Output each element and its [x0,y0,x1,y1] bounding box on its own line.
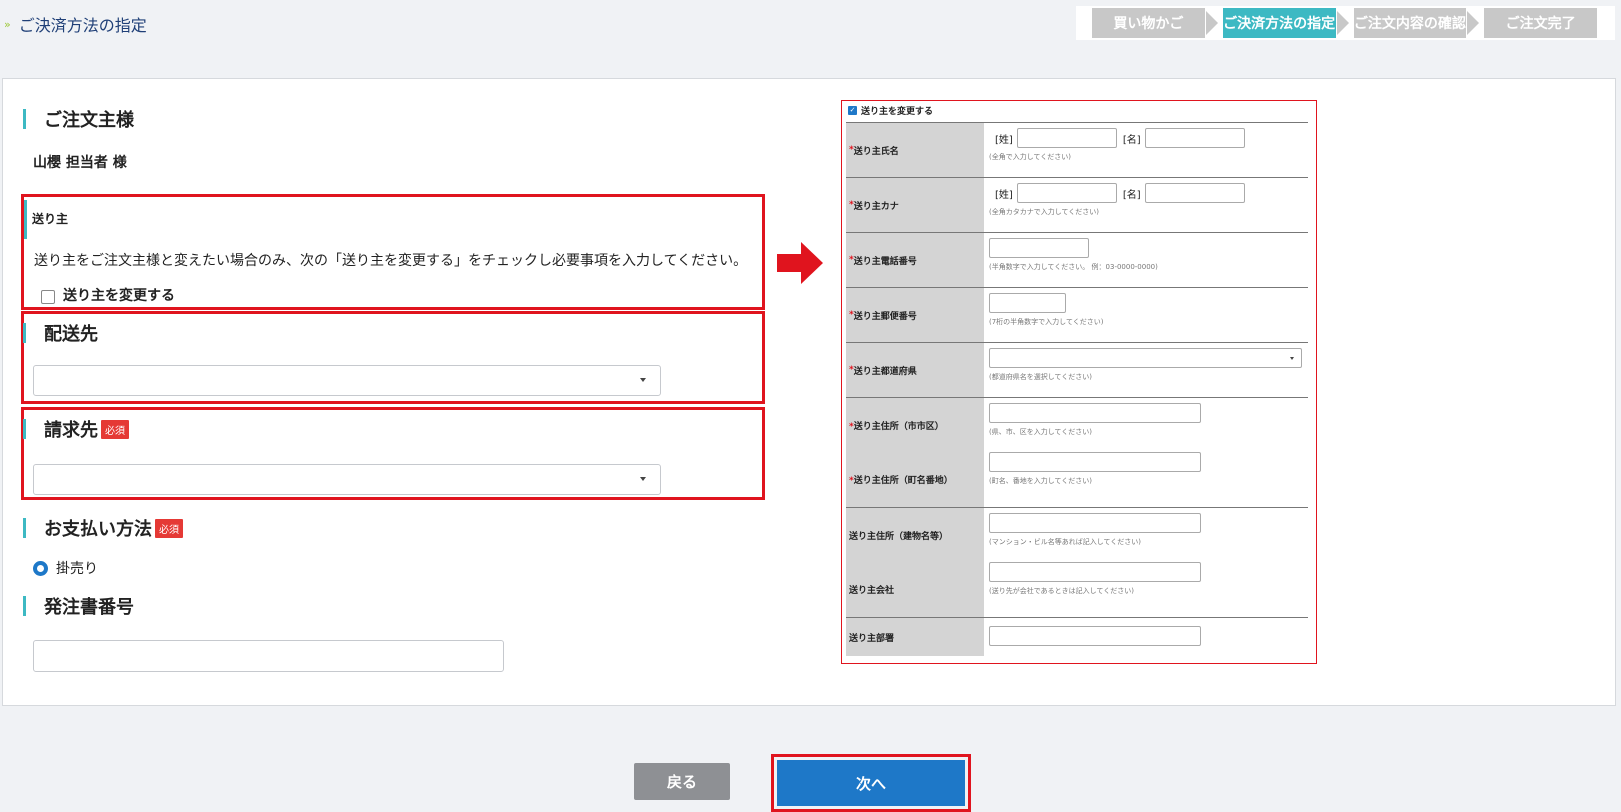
preview-select [989,348,1302,368]
section-bar [23,419,26,439]
sender-description: 送り主をご注文主様と変えたい場合のみ、次の「送り主を変更する」をチェックし必要事… [34,253,748,269]
preview-table: * 送り主氏名 [姓] [名] (全角で入力してください) * 送り主カナ [姓] … [846,122,1308,656]
step-cart: 買い物かご [1092,8,1218,38]
payment-option-credit[interactable]: 掛売り [33,558,98,578]
preview-input [1144,128,1245,148]
preview-input [1016,183,1117,203]
preview-checkbox-row: ✓ 送り主を変更する [848,106,934,117]
required-badge: 必須 [101,419,129,439]
chevron-right-icon: » [4,17,11,31]
sender-form-preview: ✓ 送り主を変更する * 送り主氏名 [姓] [名] (全角で入力してください) … [841,100,1317,664]
preview-input [989,626,1201,646]
preview-row-name: * 送り主氏名 [姓] [名] (全角で入力してください) [846,123,1308,178]
section-bar [23,596,26,616]
payment-title: お支払い方法 必須 [23,515,183,541]
delivery-title: 配送先 [23,320,98,346]
preview-input [989,403,1201,423]
payment-option-label: 掛売り [56,561,98,577]
next-button-highlight: 次へ [771,754,971,812]
preview-row-dept: 送り主部署 [846,618,1308,656]
step-confirm: ご注文内容の確認 [1353,8,1479,38]
preview-input [1016,128,1117,148]
radio-selected-icon[interactable] [33,560,48,576]
next-button[interactable]: 次へ [777,760,965,806]
billing-title: 請求先 必須 [23,416,129,442]
checkout-steps: 買い物かご ご決済方法の指定 ご注文内容の確認 ご注文完了 [1076,6,1615,40]
preview-input [989,452,1201,472]
preview-row-zip: * 送り主郵便番号 (7桁の半角数字で入力してください) [846,288,1308,343]
step-complete: ご注文完了 [1484,8,1597,38]
preview-input [989,293,1066,313]
preview-input [1144,183,1245,203]
preview-row-building: 送り主住所（建物名等） 送り主会社 (マンション・ビル名等あれば記入してください… [846,508,1308,618]
checkbox[interactable] [41,290,55,304]
preview-row-phone: * 送り主電話番号 (半角数字で入力してください。 例：03-0000-0000) [846,233,1308,288]
po-number-title: 発注書番号 [23,593,134,619]
section-bar [23,518,26,538]
page-title: » ご決済方法の指定 [4,12,147,36]
orderer-name: 山櫻 担当者 様 [33,155,127,171]
change-sender-label: 送り主を変更する [63,288,175,304]
sender-label: 送り主 [24,200,68,239]
preview-row-kana: * 送り主カナ [姓] [名] (全角カタカナで入力してください) [846,178,1308,233]
arrow-right-icon [777,242,823,284]
po-number-input[interactable] [33,640,504,672]
billing-select[interactable] [33,464,661,495]
preview-input [989,513,1201,533]
delivery-select[interactable] [33,365,661,396]
chevron-down-icon [640,477,646,481]
back-button[interactable]: 戻る [634,763,730,800]
section-bar [23,109,26,129]
chevron-down-icon [640,378,646,382]
check-icon: ✓ [848,106,857,115]
step-payment: ご決済方法の指定 [1222,8,1349,38]
preview-row-address: *送り主住所（市市区） *送り主住所（町名番地） (県、市、区を入力してください… [846,398,1308,508]
chevron-down-icon [1290,357,1294,360]
section-bar [23,323,26,343]
orderer-title: ご注文主様 [23,106,134,132]
preview-row-pref: * 送り主都道府県 (都道府県名を選択してください) [846,343,1308,398]
preview-input [989,562,1201,582]
page-title-text: ご決済方法の指定 [18,16,147,35]
change-sender-checkbox[interactable]: 送り主を変更する [41,285,175,305]
preview-input [989,238,1089,258]
required-badge: 必須 [155,518,183,538]
